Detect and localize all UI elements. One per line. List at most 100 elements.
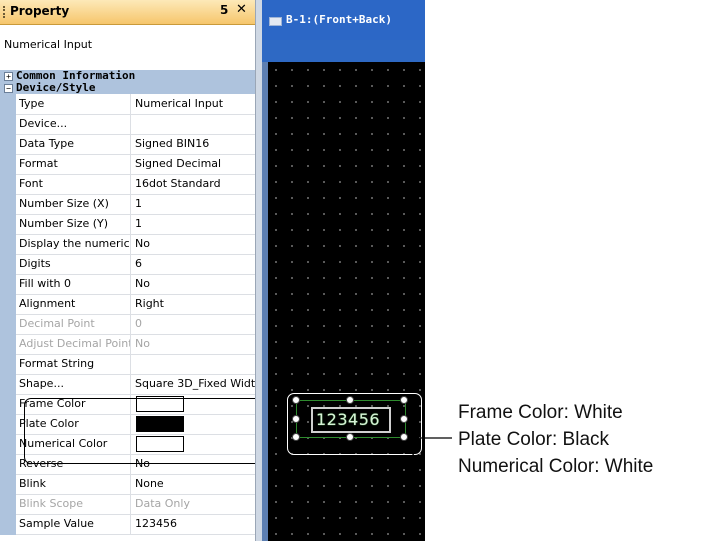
collapse-icon[interactable]: − [4, 84, 13, 93]
property-name: Format String [16, 354, 131, 374]
row-gutter [0, 254, 16, 275]
property-row[interactable]: Digits 6 [0, 254, 255, 275]
property-value[interactable] [132, 354, 255, 374]
property-name: Digits [16, 254, 131, 274]
property-value[interactable]: 123456 [132, 514, 255, 534]
row-gutter [0, 274, 16, 295]
expand-icon[interactable]: + [4, 72, 13, 81]
row-gutter [0, 154, 16, 175]
property-value[interactable]: 1 [132, 194, 255, 214]
property-name: Blink [16, 474, 131, 494]
resize-handle[interactable] [346, 396, 354, 404]
row-gutter [0, 434, 16, 455]
row-gutter [0, 194, 16, 215]
row-gutter [0, 514, 16, 535]
property-row[interactable]: Number Size (Y) 1 [0, 214, 255, 235]
property-row[interactable]: Decimal Point 0 [0, 314, 255, 335]
property-value[interactable]: No [132, 274, 255, 294]
row-gutter [0, 134, 16, 155]
row-gutter [0, 334, 16, 355]
property-row[interactable]: Data Type Signed BIN16 [0, 134, 255, 155]
property-name: Alignment [16, 294, 131, 314]
row-gutter [0, 354, 16, 375]
property-row[interactable]: Shape... Square 3D_Fixed Width [0, 374, 255, 395]
row-gutter [0, 294, 16, 315]
close-icon[interactable]: ✕ [236, 2, 247, 17]
property-name: Fill with 0 [16, 274, 131, 294]
resize-handle[interactable] [346, 433, 354, 441]
property-value[interactable]: Data Only [132, 494, 255, 514]
property-row[interactable]: Type Numerical Input [0, 94, 255, 115]
property-row[interactable]: Adjust Decimal Point No [0, 334, 255, 355]
property-row[interactable]: Format String [0, 354, 255, 375]
row-gutter [0, 414, 16, 435]
property-value[interactable]: No [132, 334, 255, 354]
property-name: Type [16, 94, 131, 114]
resize-handle[interactable] [292, 433, 300, 441]
row-gutter [0, 234, 16, 255]
row-gutter [0, 214, 16, 235]
property-name: Blink Scope [16, 494, 131, 514]
property-row[interactable]: Blink Scope Data Only [0, 494, 255, 515]
category-label: Device/Style [16, 81, 96, 94]
screen-tab-title: B-1:(Front+Back) [286, 13, 392, 26]
selected-object-name: Numerical Input [4, 38, 93, 51]
property-name: Device... [16, 114, 131, 134]
property-value[interactable]: Signed Decimal [132, 154, 255, 174]
editor-toolbar [262, 40, 425, 62]
panel-title: Property [10, 4, 70, 18]
property-name: Display the numeric [16, 234, 131, 254]
numerical-display-frame: 123456 [311, 407, 391, 433]
resize-handle[interactable] [400, 433, 408, 441]
property-row[interactable]: Alignment Right [0, 294, 255, 315]
property-value[interactable]: No [132, 234, 255, 254]
screen-tab[interactable]: B-1:(Front+Back) [262, 0, 425, 40]
resize-handle[interactable] [400, 415, 408, 423]
property-name: Font [16, 174, 131, 194]
property-value[interactable]: Signed BIN16 [132, 134, 255, 154]
property-value[interactable]: 0 [132, 314, 255, 334]
property-value[interactable]: 16dot Standard [132, 174, 255, 194]
numerical-color-annotation: Numerical Color: White [458, 456, 654, 477]
pin-icon[interactable]: 𝟱 [220, 3, 228, 17]
property-row[interactable]: Font 16dot Standard [0, 174, 255, 195]
property-value[interactable]: 6 [132, 254, 255, 274]
property-row[interactable]: Format Signed Decimal [0, 154, 255, 175]
row-gutter [0, 314, 16, 335]
category-row[interactable]: − Device/Style [0, 82, 255, 94]
property-row[interactable]: Display the numeric No [0, 234, 255, 255]
drag-grip-icon[interactable] [3, 6, 7, 18]
screen-icon [269, 17, 282, 26]
property-row[interactable]: Fill with 0 No [0, 274, 255, 295]
property-row[interactable]: Number Size (X) 1 [0, 194, 255, 215]
property-titlebar[interactable]: Property 𝟱 ✕ [0, 0, 255, 25]
row-gutter [0, 174, 16, 195]
resize-handle[interactable] [292, 415, 300, 423]
property-row[interactable]: Device... [0, 114, 255, 135]
property-value[interactable] [132, 114, 255, 134]
row-gutter [0, 454, 16, 475]
plate-color-annotation: Plate Color: Black [458, 429, 610, 450]
color-rows-callout [24, 398, 255, 464]
screen-canvas[interactable] [268, 62, 425, 541]
property-value[interactable]: Numerical Input [132, 94, 255, 114]
row-gutter [0, 494, 16, 515]
property-row[interactable]: Blink None [0, 474, 255, 495]
property-value[interactable]: Square 3D_Fixed Width [132, 374, 255, 394]
property-name: Decimal Point [16, 314, 131, 334]
resize-handle[interactable] [292, 396, 300, 404]
frame-color-annotation: Frame Color: White [458, 402, 623, 423]
property-value[interactable]: 1 [132, 214, 255, 234]
property-value[interactable]: None [132, 474, 255, 494]
property-name: Data Type [16, 134, 131, 154]
property-name: Number Size (Y) [16, 214, 131, 234]
property-name: Adjust Decimal Point [16, 334, 131, 354]
property-value[interactable]: Right [132, 294, 255, 314]
property-row[interactable]: Sample Value 123456 [0, 514, 255, 535]
numerical-input-object[interactable]: 123456 [292, 396, 408, 441]
row-gutter [0, 94, 16, 115]
resize-handle[interactable] [400, 396, 408, 404]
property-name: Number Size (X) [16, 194, 131, 214]
row-gutter [0, 374, 16, 395]
property-name: Format [16, 154, 131, 174]
